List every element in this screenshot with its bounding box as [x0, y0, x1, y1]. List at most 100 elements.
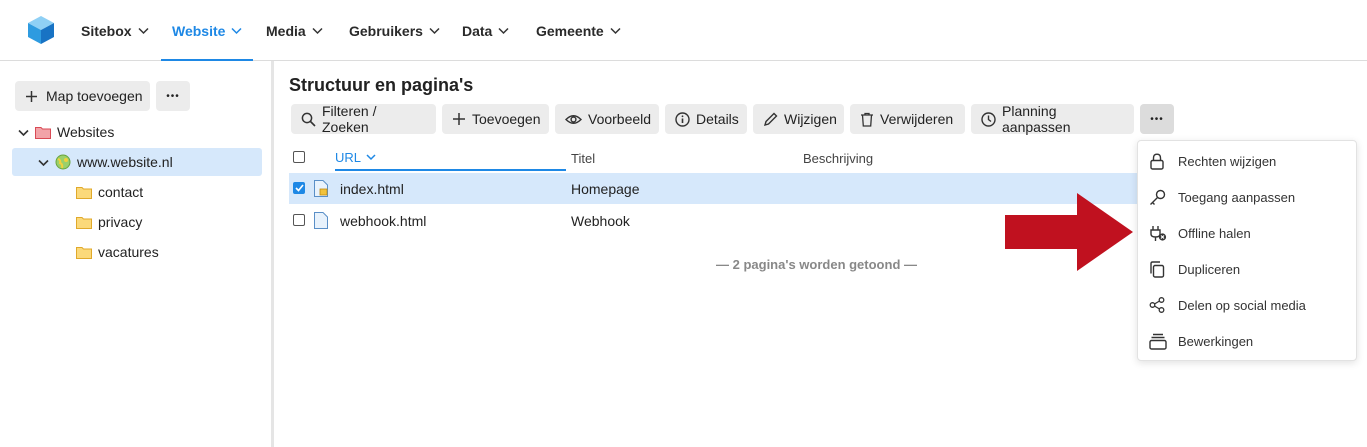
row-title: Webhook	[571, 212, 630, 229]
tree-label: privacy	[98, 214, 143, 230]
schedule-label: Planning aanpassen	[1002, 103, 1071, 135]
key-icon	[1150, 189, 1166, 205]
select-all-checkbox[interactable]	[293, 151, 305, 163]
chevron-down-icon	[429, 27, 440, 35]
stack-icon	[1149, 333, 1167, 350]
row-count-note: — 2 pagina's worden getoond —	[716, 257, 917, 272]
pencil-icon	[763, 112, 778, 126]
column-header-title[interactable]: Titel	[571, 145, 595, 171]
menu-item-delen-social-media[interactable]: Delen op social media	[1138, 287, 1356, 323]
trash-icon	[861, 112, 873, 127]
menu-item-offline-halen[interactable]: Offline halen	[1138, 215, 1356, 251]
nav-label: Gebruikers	[349, 22, 423, 39]
nav-gemeente[interactable]: Gemeente	[536, 0, 621, 61]
chevron-down-icon	[498, 27, 509, 35]
details-button[interactable]: Details	[665, 104, 747, 134]
row-title: Homepage	[571, 180, 640, 197]
table-header: URL Titel Beschrijving	[289, 145, 1143, 171]
filter-label: Filteren / Zoeken	[322, 103, 377, 135]
menu-label: Toegang aanpassen	[1178, 189, 1296, 205]
nav-label: Data	[462, 22, 493, 39]
sidebar: Map toevoegen ••• Websites www.website.n…	[0, 61, 274, 447]
sidebar-more-button[interactable]: •••	[156, 81, 190, 111]
more-actions-dropdown: Rechten wijzigen Toegang aanpassen Offli…	[1137, 140, 1357, 361]
tree-item-contact[interactable]: contact	[12, 178, 262, 206]
share-icon	[1149, 297, 1165, 313]
plus-icon	[26, 90, 37, 102]
chevron-down-icon[interactable]	[38, 157, 49, 168]
tree-label: contact	[98, 184, 144, 200]
add-label: Toevoegen	[472, 111, 541, 127]
menu-item-dupliceren[interactable]: Dupliceren	[1138, 251, 1356, 287]
edit-button[interactable]: Wijzigen	[753, 104, 844, 134]
toolbar-more-button[interactable]: •••	[1140, 104, 1174, 134]
nav-website[interactable]: Website	[160, 0, 254, 62]
delete-label: Verwijderen	[880, 111, 954, 127]
tree-item-website-nl[interactable]: www.website.nl	[12, 148, 262, 176]
top-navigation: Sitebox Website Media Gebruikers Data Ge…	[0, 0, 1367, 62]
nav-label: Sitebox	[81, 22, 132, 39]
tree-item-privacy[interactable]: privacy	[12, 208, 262, 236]
column-label: Beschrijving	[803, 150, 874, 166]
filter-button[interactable]: Filteren / Zoeken	[291, 103, 436, 135]
chevron-down-icon	[231, 27, 242, 35]
menu-item-rechten-wijzigen[interactable]: Rechten wijzigen	[1138, 143, 1356, 179]
page-title: Structuur en pagina's	[289, 75, 474, 95]
more-label: •••	[1150, 113, 1164, 125]
tree-item-websites[interactable]: Websites	[12, 118, 262, 146]
delete-button[interactable]: Verwijderen	[850, 104, 965, 134]
nav-label: Website	[172, 22, 226, 39]
chevron-down-icon[interactable]	[18, 127, 29, 138]
clock-icon	[981, 111, 996, 127]
tree-label: vacatures	[98, 244, 159, 260]
details-label: Details	[696, 111, 739, 127]
chevron-down-icon	[312, 27, 323, 35]
more-label: •••	[166, 90, 180, 102]
red-folder-icon	[35, 126, 51, 139]
nav-media[interactable]: Media	[266, 0, 323, 61]
folder-icon	[76, 186, 92, 199]
menu-label: Dupliceren	[1178, 261, 1241, 277]
preview-button[interactable]: Voorbeeld	[555, 104, 659, 134]
add-button[interactable]: Toevoegen	[442, 104, 549, 134]
add-folder-label: Map toevoegen	[46, 88, 143, 104]
tree-item-vacatures[interactable]: vacatures	[12, 238, 262, 266]
red-arrow-pointer-icon	[1005, 193, 1133, 271]
lock-icon	[1150, 152, 1164, 170]
search-icon	[301, 112, 316, 127]
row-url[interactable]: index.html	[340, 173, 404, 204]
globe-icon	[55, 154, 71, 170]
plug-off-icon	[1150, 225, 1167, 241]
sitebox-logo-icon[interactable]	[27, 15, 55, 45]
edit-label: Wijzigen	[784, 111, 837, 127]
nav-label: Media	[266, 22, 306, 39]
menu-label: Offline halen	[1178, 225, 1251, 241]
menu-label: Delen op social media	[1178, 297, 1306, 313]
page-locked-icon	[314, 180, 328, 197]
menu-item-bewerkingen[interactable]: Bewerkingen	[1138, 323, 1356, 359]
column-header-url[interactable]: URL	[335, 145, 566, 171]
row-checkbox[interactable]	[293, 182, 305, 194]
nav-data[interactable]: Data	[462, 0, 509, 61]
add-folder-button[interactable]: Map toevoegen	[15, 81, 150, 111]
plus-icon	[453, 113, 465, 125]
row-url[interactable]: webhook.html	[340, 205, 426, 236]
column-header-description[interactable]: Beschrijving	[803, 145, 873, 171]
column-label: URL	[335, 149, 362, 165]
menu-item-toegang-aanpassen[interactable]: Toegang aanpassen	[1138, 179, 1356, 215]
nav-label: Gemeente	[536, 22, 604, 39]
copy-icon	[1150, 260, 1165, 278]
sort-chevron-icon	[366, 154, 376, 161]
row-checkbox[interactable]	[293, 214, 305, 226]
tree-label: Websites	[57, 124, 115, 140]
schedule-button[interactable]: Planning aanpassen	[971, 103, 1134, 135]
preview-label: Voorbeeld	[588, 111, 652, 127]
nav-gebruikers[interactable]: Gebruikers	[349, 0, 440, 61]
folder-icon	[76, 246, 92, 259]
column-label: Titel	[571, 150, 596, 166]
nav-sitebox[interactable]: Sitebox	[81, 0, 149, 61]
menu-label: Rechten wijzigen	[1178, 153, 1277, 169]
menu-label: Bewerkingen	[1178, 333, 1254, 349]
folder-icon	[76, 216, 92, 229]
eye-icon	[565, 114, 582, 124]
